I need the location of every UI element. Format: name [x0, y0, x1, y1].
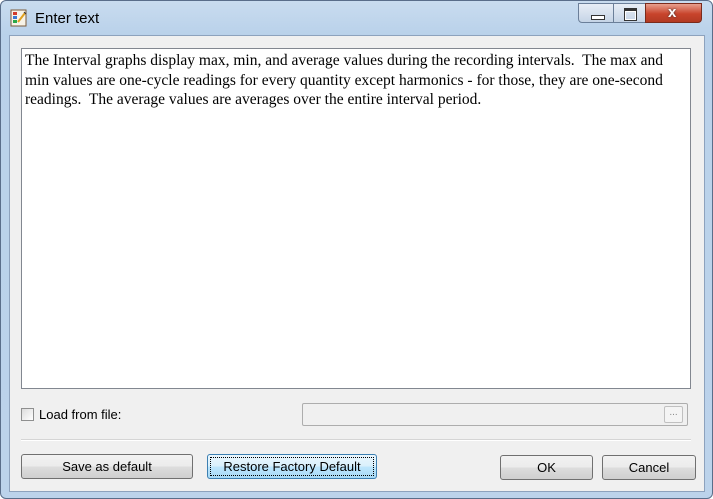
cancel-button[interactable]: Cancel [602, 455, 696, 480]
close-icon: x [668, 4, 677, 21]
load-from-file-checkbox[interactable] [21, 408, 34, 421]
focus-rectangle [210, 457, 374, 476]
file-path-field: ... [302, 403, 688, 426]
minimize-button[interactable] [578, 3, 614, 23]
enter-text-dialog: Enter text x The Interval graphs display… [0, 0, 713, 499]
maximize-icon [624, 8, 637, 21]
restore-factory-default-button[interactable]: Restore Factory Default [207, 454, 377, 479]
title-bar[interactable]: Enter text x [1, 1, 712, 35]
browse-button: ... [664, 406, 683, 423]
maximize-button[interactable] [613, 3, 646, 23]
minimize-icon [591, 15, 605, 20]
ok-button[interactable]: OK [500, 455, 593, 480]
separator [21, 439, 691, 441]
text-editor[interactable]: The Interval graphs display max, min, an… [21, 48, 691, 389]
close-button[interactable]: x [645, 3, 702, 23]
app-icon [10, 9, 28, 27]
load-from-file-label: Load from file: [39, 407, 122, 422]
dialog-body: The Interval graphs display max, min, an… [9, 35, 705, 492]
window-title: Enter text [35, 10, 100, 27]
save-as-default-button[interactable]: Save as default [21, 454, 193, 479]
